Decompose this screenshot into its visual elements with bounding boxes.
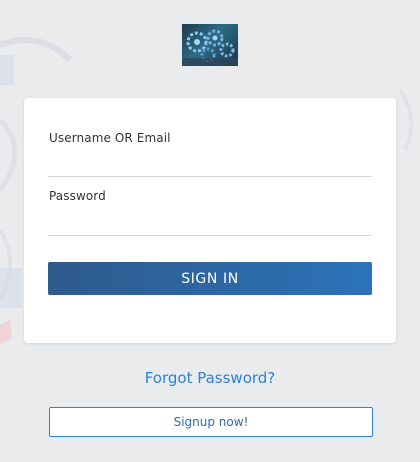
username-input[interactable] — [48, 152, 372, 177]
login-card: Username OR Email Password SIGN IN — [24, 98, 396, 343]
sign-in-button[interactable]: SIGN IN — [48, 262, 372, 295]
signup-button[interactable]: Signup now! — [49, 407, 373, 437]
password-input[interactable] — [48, 211, 372, 236]
gears-logo-icon — [182, 24, 238, 66]
password-label: Password — [49, 189, 106, 203]
forgot-password-link[interactable]: Forgot Password? — [0, 369, 420, 387]
username-label: Username OR Email — [49, 131, 171, 145]
